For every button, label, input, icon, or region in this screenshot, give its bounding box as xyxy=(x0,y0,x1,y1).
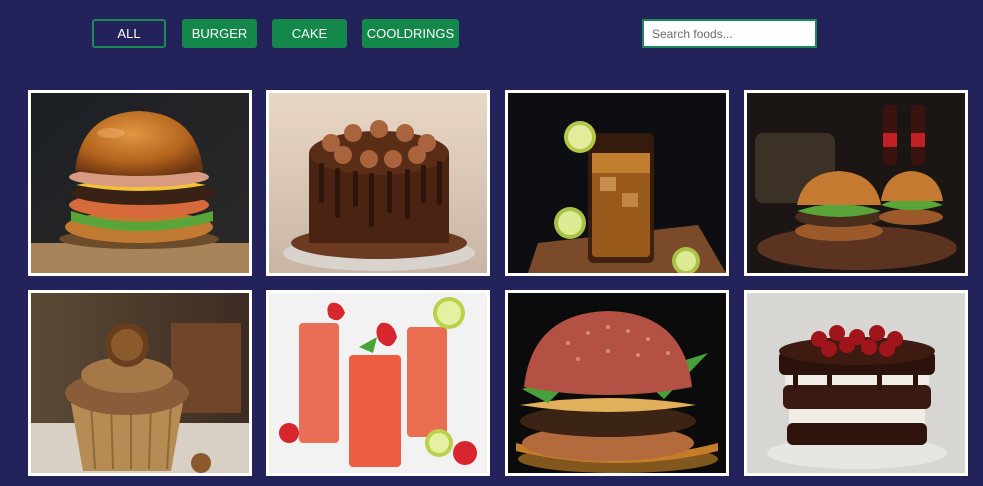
search-input[interactable] xyxy=(642,19,817,48)
food-gallery xyxy=(28,90,968,476)
food-card-cake[interactable] xyxy=(744,290,968,476)
food-card-cake[interactable] xyxy=(266,90,490,276)
burger-image xyxy=(31,93,249,273)
cupcake-image xyxy=(31,293,249,473)
filter-toolbar: ALL BURGER CAKE COOLDRINGS xyxy=(0,0,983,70)
food-card-drink[interactable] xyxy=(505,90,729,276)
filter-cake-button[interactable]: CAKE xyxy=(272,19,347,48)
filter-all-button[interactable]: ALL xyxy=(92,19,166,48)
iced-tea-image xyxy=(508,93,726,273)
food-card-burger[interactable] xyxy=(505,290,729,476)
red-bun-burger-image xyxy=(508,293,726,473)
filter-burger-button[interactable]: BURGER xyxy=(182,19,257,48)
strawberry-drink-image xyxy=(269,293,487,473)
sliders-image xyxy=(747,93,965,273)
food-card-burger[interactable] xyxy=(28,90,252,276)
cake-image xyxy=(269,93,487,273)
filter-cooldrings-button[interactable]: COOLDRINGS xyxy=(362,19,459,48)
food-card-cake[interactable] xyxy=(28,290,252,476)
food-card-burger[interactable] xyxy=(744,90,968,276)
food-card-drink[interactable] xyxy=(266,290,490,476)
black-forest-cake-image xyxy=(747,293,965,473)
